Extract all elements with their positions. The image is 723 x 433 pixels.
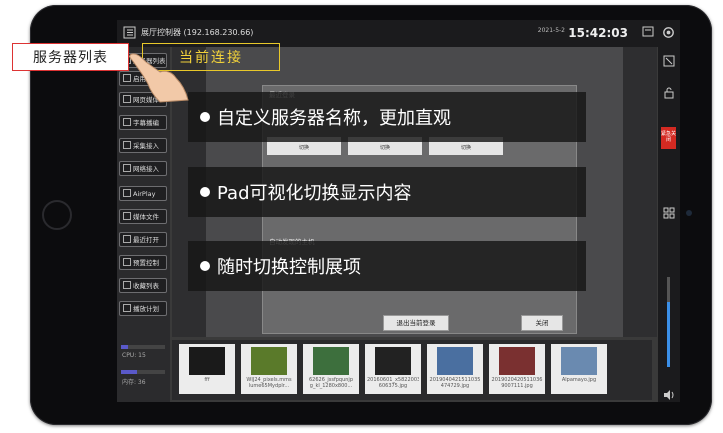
thumbnail-image [375, 347, 411, 375]
sidebar-item-recent[interactable]: 最近打开 [119, 232, 167, 247]
feature-banner: 随时切换控制展项 [188, 241, 586, 291]
sidebar-item-media-files[interactable]: 媒体文件 [119, 209, 167, 224]
feature-text: 自定义服务器名称，更加直观 [217, 108, 451, 129]
cpu-bar-fill [121, 345, 128, 349]
media-thumbnail[interactable]: WIJ24_pixels.mms lume65Mydplr... [241, 344, 297, 394]
unlock-icon[interactable] [663, 87, 675, 99]
thumbnail-image [313, 347, 349, 375]
media-thumbnail[interactable]: 2019040421511035 474729.jpg [427, 344, 483, 394]
sidebar-item-subtitles[interactable]: 字幕播编 [119, 115, 167, 130]
screen-icon[interactable] [641, 25, 655, 39]
thumbnail-image [251, 347, 287, 375]
preset-icon [123, 258, 131, 266]
grid-icon[interactable] [663, 207, 675, 219]
media-thumbnail[interactable]: Alpamayo.jpg [551, 344, 607, 394]
memory-bar [121, 370, 165, 374]
thumbnail-caption: 62626_jssfpqunjp g_kl_1280x800... [308, 377, 353, 389]
capture-icon [123, 141, 131, 149]
network-icon [123, 164, 131, 172]
sidebar-item-favorites[interactable]: 收藏列表 [119, 278, 167, 293]
camera [686, 210, 692, 216]
date-text: 2021-5-2 [537, 27, 565, 34]
feature-text: Pad可视化切换显示内容 [217, 183, 412, 204]
thumbnail-image [561, 347, 597, 375]
cpu-label: CPU: 15 [122, 352, 146, 359]
thumbnail-caption: 2019020420511036 9007111.jpg [491, 377, 543, 389]
menu-icon[interactable] [123, 26, 136, 39]
close-button[interactable]: 关闭 [521, 315, 563, 331]
sidebar-item-network[interactable]: 网络接入 [119, 161, 167, 176]
bullet-icon [200, 112, 210, 122]
thumbnail-caption: WIJ24_pixels.mms lume65Mydplr... [246, 377, 292, 389]
app-title: 展厅控制器 (192.168.230.66) [141, 28, 254, 37]
emergency-button[interactable]: 紧急关闭 [661, 127, 676, 149]
bullet-icon [200, 261, 210, 271]
text-icon [123, 118, 131, 126]
thumbnail-caption: 2019040421511035 474729.jpg [429, 377, 481, 389]
volume-slider[interactable] [667, 277, 670, 367]
sidebar-item-airplay[interactable]: AirPlay [119, 186, 167, 201]
feature-banner: Pad可视化切换显示内容 [188, 167, 586, 217]
sidebar-item-schedule[interactable]: 播放计划 [119, 301, 167, 316]
thumbnail-caption: fff [204, 377, 210, 383]
airplay-icon [123, 189, 131, 197]
media-thumbnail[interactable]: fff [179, 344, 235, 394]
speaker-icon[interactable] [663, 389, 675, 401]
clock-text: 15:42:03 [568, 26, 628, 40]
feature-banner: 自定义服务器名称，更加直观 [188, 92, 586, 142]
media-thumbnail[interactable]: 20160601_x5822003 606375.jpg [365, 344, 421, 394]
media-strip: fff WIJ24_pixels.mms lume65Mydplr... 626… [172, 340, 652, 400]
media-thumbnail[interactable]: 2019020420511036 9007111.jpg [489, 344, 545, 394]
logout-button[interactable]: 退出当前登录 [383, 315, 449, 331]
memory-bar-fill [121, 370, 137, 374]
feature-text: 随时切换控制展项 [217, 257, 361, 278]
thumbnail-caption: Alpamayo.jpg [561, 377, 597, 383]
bullet-icon [200, 187, 210, 197]
calendar-icon [123, 304, 131, 312]
home-button[interactable] [42, 200, 72, 230]
export-icon[interactable] [663, 55, 675, 67]
thumbnail-image [499, 347, 535, 375]
star-icon [123, 281, 131, 289]
thumbnail-caption: 20160601_x5822003 606375.jpg [367, 377, 419, 389]
server-list-callout: 服务器列表 [12, 43, 129, 71]
sidebar-item-presets[interactable]: 预置控制 [119, 255, 167, 270]
pointing-hand-icon [129, 53, 189, 103]
gear-icon[interactable] [661, 25, 676, 40]
cpu-bar [121, 345, 165, 349]
folder-icon [123, 212, 131, 220]
thumbnail-image [437, 347, 473, 375]
volume-slider-fill [667, 302, 670, 367]
media-thumbnail[interactable]: 62626_jssfpqunjp g_kl_1280x800... [303, 344, 359, 394]
thumbnail-image [189, 347, 225, 375]
preview-column-right [623, 47, 657, 337]
right-rail: 紧急关闭 [658, 47, 680, 402]
sidebar-item-capture[interactable]: 采集接入 [119, 138, 167, 153]
memory-label: 内存: 36 [122, 379, 146, 386]
clock-icon [123, 235, 131, 243]
